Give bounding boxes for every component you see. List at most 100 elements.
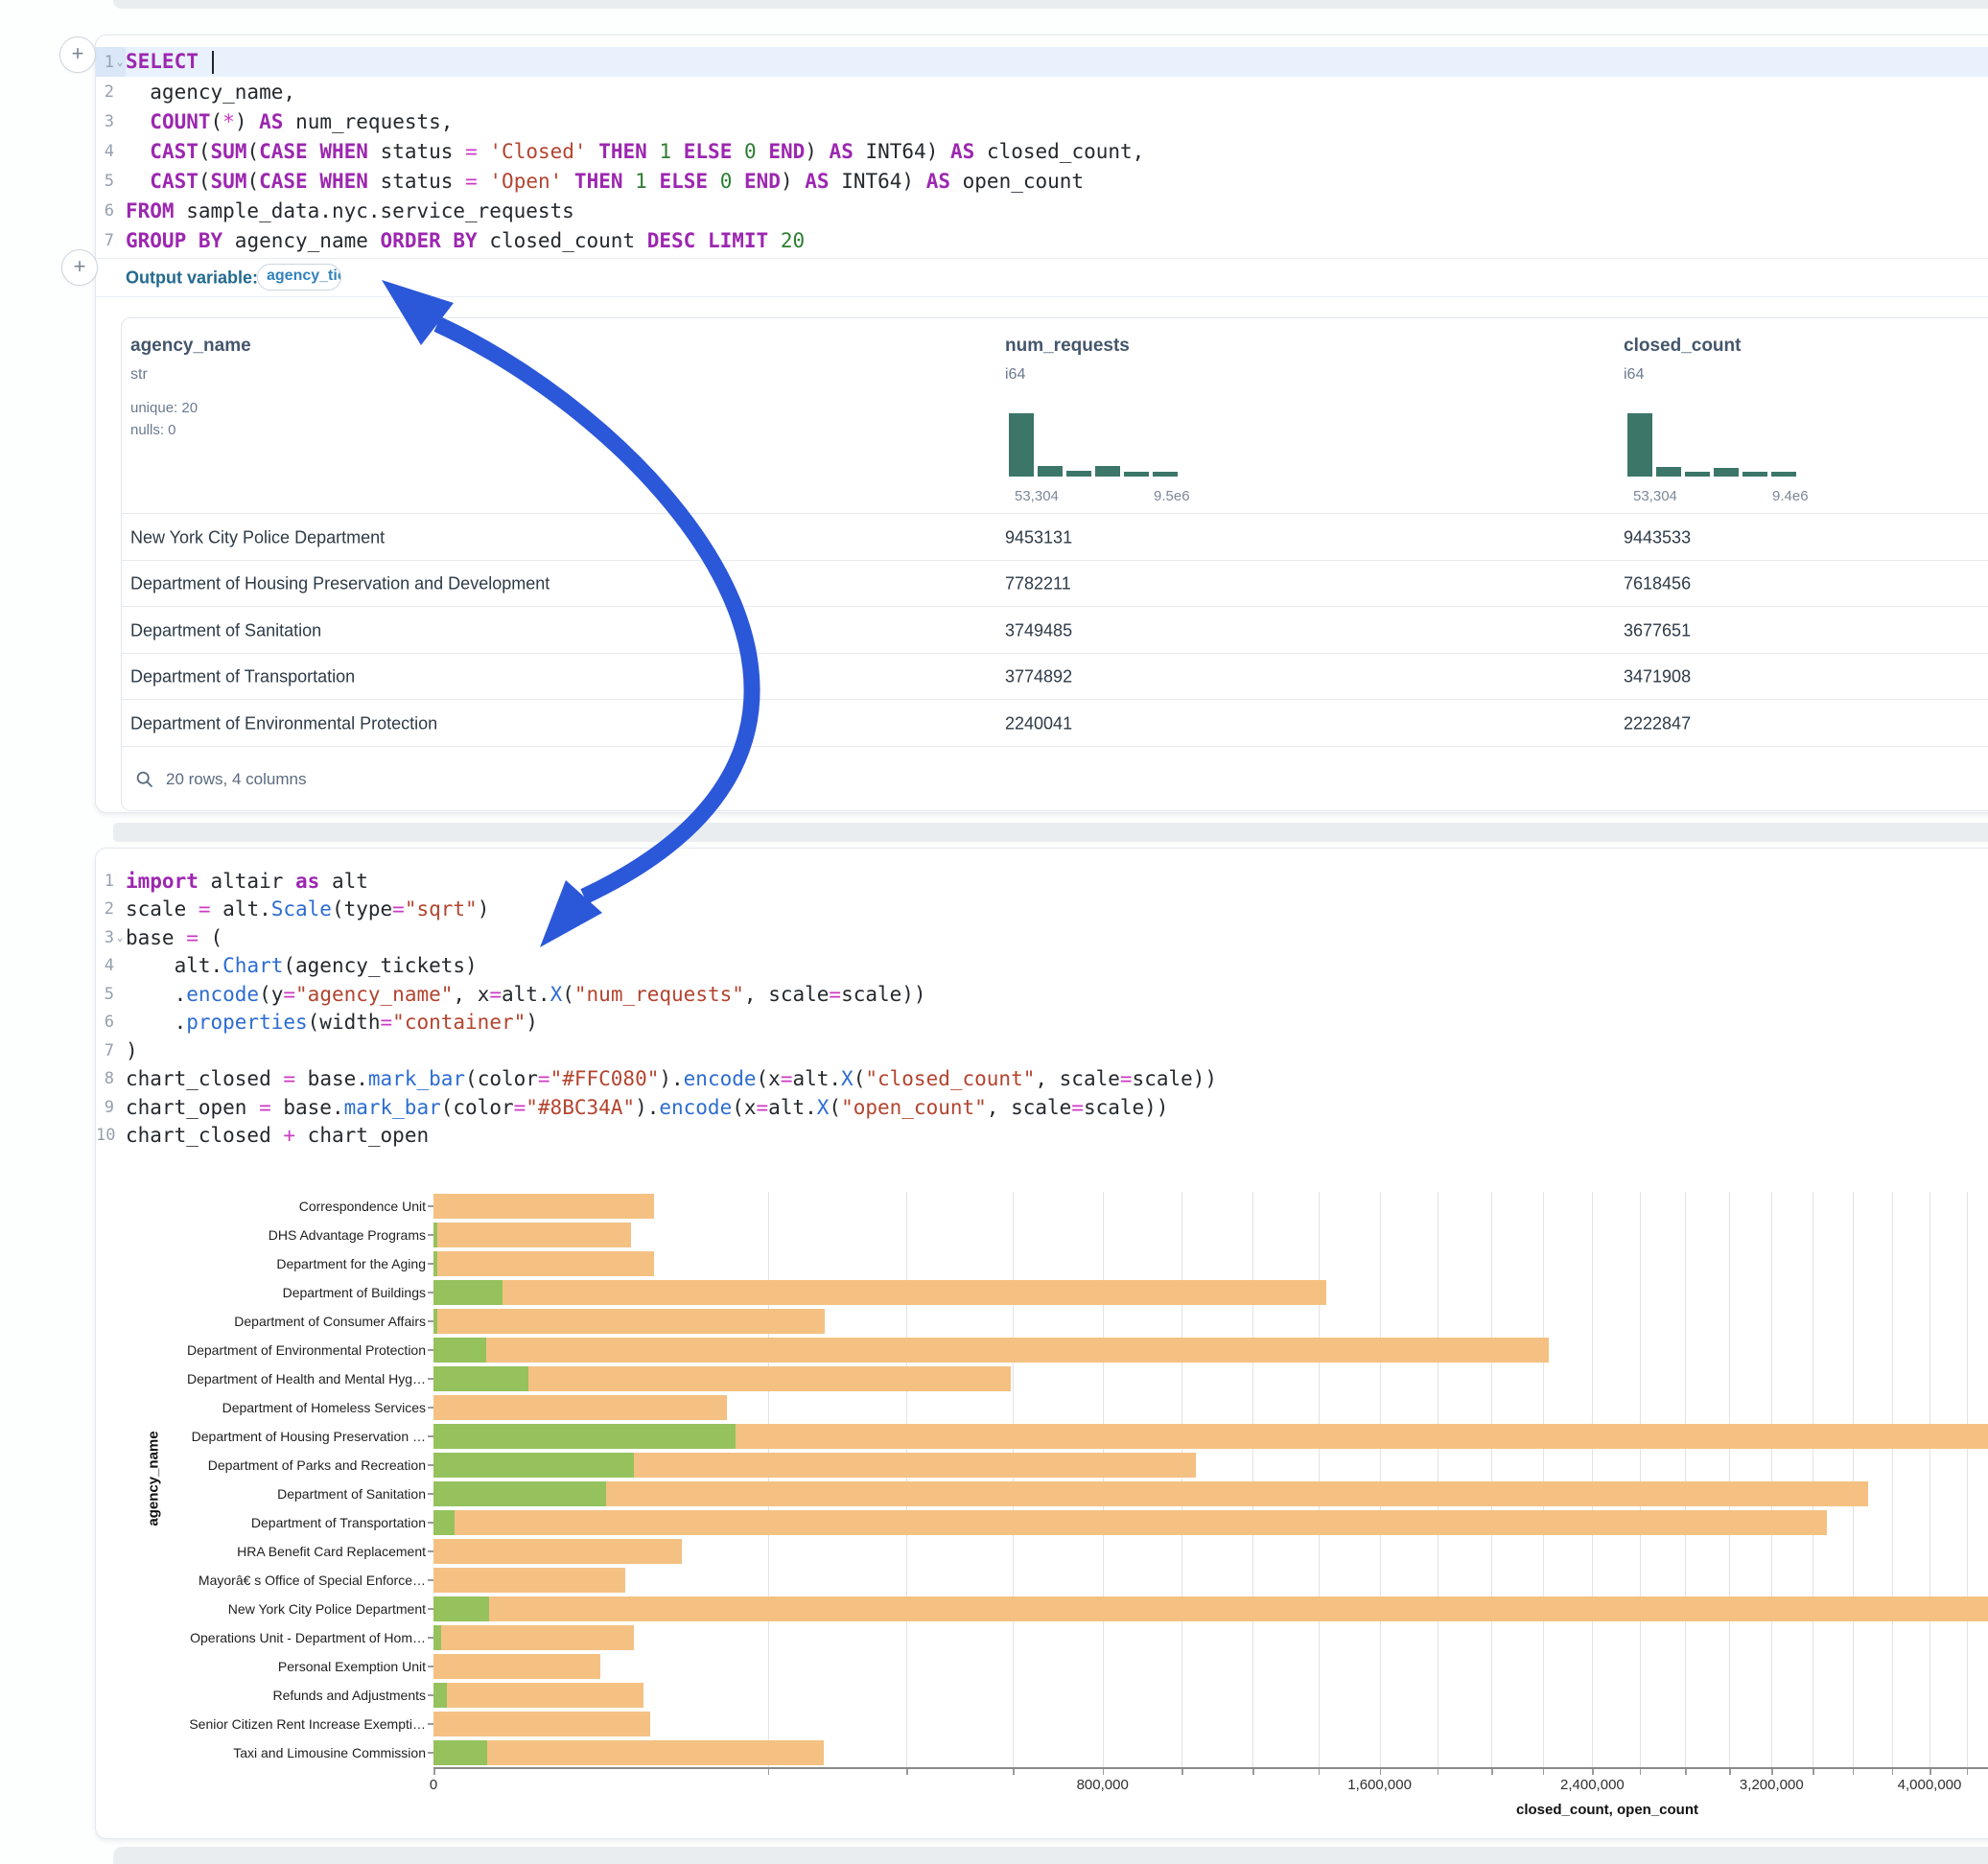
bar-open-count	[433, 1481, 606, 1506]
bar-open-count	[433, 1280, 503, 1305]
output-variable-label: Output variable:	[126, 268, 258, 288]
table-cell: Department of Sanitation	[130, 620, 321, 641]
code-text: COUNT(*) AS num_requests,	[126, 110, 453, 133]
histogram-bar	[1095, 466, 1120, 477]
search-icon[interactable]	[135, 770, 154, 789]
bar-closed-count	[433, 1654, 600, 1679]
code-line[interactable]: 2 agency_name,	[96, 77, 1988, 106]
bar-closed-count	[433, 1194, 654, 1219]
add-cell-button-output[interactable]: +	[61, 249, 98, 286]
chart-gridline	[1543, 1192, 1544, 1767]
chart-gridline	[1013, 1192, 1014, 1767]
line-number: 3	[96, 112, 114, 131]
x-axis-tick	[1967, 1769, 1969, 1775]
x-axis-tick	[1252, 1769, 1254, 1775]
chart-gridline	[1640, 1192, 1641, 1767]
x-axis-tick	[1729, 1769, 1731, 1775]
chart-gridline	[1771, 1192, 1772, 1767]
x-axis-tick	[1930, 1769, 1931, 1775]
x-axis-tick	[906, 1769, 908, 1775]
code-line[interactable]: 7GROUP BY agency_name ORDER BY closed_co…	[96, 225, 1988, 255]
result-table: agency_namestrunique: 20nulls: 0num_requ…	[121, 317, 1988, 811]
code-text: GROUP BY agency_name ORDER BY closed_cou…	[126, 229, 805, 252]
x-axis-tick	[1640, 1769, 1642, 1775]
y-axis-label: New York City Police Department	[176, 1601, 426, 1617]
chart-gridline	[906, 1192, 907, 1767]
table-cell: Department of Housing Preservation and D…	[130, 574, 550, 594]
histogram-bar	[1742, 472, 1767, 477]
output-variable-pill[interactable]: agency_tickets	[257, 264, 341, 291]
table-cell: 7782211	[1005, 574, 1071, 594]
code-line[interactable]: 6FROM sample_data.nyc.service_requests	[96, 196, 1988, 225]
chart-gridline	[1685, 1192, 1686, 1767]
code-line[interactable]: 3 COUNT(*) AS num_requests,	[96, 106, 1988, 136]
sql-code-editor[interactable]: 1⌄SELECT 2 agency_name,3 COUNT(*) AS num…	[96, 47, 1988, 255]
code-line[interactable]: 5 CAST(SUM(CASE WHEN status = 'Open' THE…	[96, 166, 1988, 196]
y-axis-label: Taxi and Limousine Commission	[176, 1745, 426, 1760]
y-axis-label: Department of Housing Preservation …	[176, 1429, 426, 1444]
code-line[interactable]: 4 CAST(SUM(CASE WHEN status = 'Closed' T…	[96, 136, 1988, 166]
x-axis-tick	[1438, 1769, 1439, 1775]
table-row[interactable]: Department of Sanitation37494853677651	[122, 606, 1988, 654]
column-header: num_requests	[1005, 336, 1130, 357]
x-axis-tick	[1813, 1769, 1814, 1775]
x-axis-title: closed_count, open_count	[1516, 1802, 1698, 1818]
sql-cell: 1⌄SELECT 2 agency_name,3 COUNT(*) AS num…	[95, 35, 1988, 813]
column-type: str	[130, 366, 148, 384]
x-axis-tick	[1380, 1769, 1382, 1775]
add-cell-button-top[interactable]: +	[59, 36, 96, 73]
column-header: closed_count	[1624, 336, 1741, 357]
y-axis-label: Department of Environmental Protection	[176, 1342, 426, 1358]
histogram-max-label: 9.5e6	[1154, 488, 1190, 504]
x-axis-tick-label: 3,200,000	[1740, 1777, 1804, 1793]
table-cell: 9453131	[1005, 527, 1072, 548]
notebook-page: + + 1⌄SELECT 2 agency_name,3 COUNT(*) AS…	[0, 0, 1988, 1864]
y-axis-label: Correspondence Unit	[176, 1199, 426, 1214]
table-row[interactable]: Department of Transportation377489234719…	[122, 653, 1988, 701]
line-gutter: 5	[96, 166, 126, 196]
output-variable-row: Output variable: agency_tickets	[96, 258, 1988, 297]
histogram-bar	[1038, 466, 1063, 477]
code-text: SELECT	[126, 50, 214, 74]
line-gutter: 7	[96, 225, 126, 255]
python-cell: 1import altair as alt2scale = alt.Scale(…	[95, 848, 1988, 1839]
table-cell: 7618456	[1624, 574, 1691, 594]
x-axis-tick	[1319, 1769, 1321, 1775]
bar-closed-count	[433, 1740, 824, 1765]
line-gutter: 1⌄	[96, 47, 126, 77]
bar-closed-count	[433, 1338, 1549, 1363]
altair-chart: agency_name closed_count, open_count Cor…	[96, 849, 1988, 1838]
chart-gridline	[768, 1192, 769, 1767]
table-row[interactable]: New York City Police Department945313194…	[122, 513, 1988, 561]
fold-chevron-icon[interactable]: ⌄	[114, 58, 126, 67]
table-cell: 2222847	[1624, 713, 1691, 734]
x-axis-tick	[433, 1769, 435, 1775]
text-cursor	[212, 51, 214, 74]
histogram-bar	[1124, 472, 1149, 477]
code-line[interactable]: 1⌄SELECT	[96, 47, 1988, 77]
column-header: agency_name	[130, 336, 251, 357]
bar-closed-count	[433, 1510, 1827, 1535]
chart-gridline	[1967, 1192, 1968, 1767]
histogram-max-label: 9.4e6	[1772, 488, 1809, 504]
x-axis-tick	[1892, 1769, 1894, 1775]
table-row[interactable]: Department of Housing Preservation and D…	[122, 560, 1988, 608]
bar-closed-count	[433, 1539, 682, 1564]
line-number: 4	[96, 142, 114, 161]
y-axis-label: Refunds and Adjustments	[176, 1688, 426, 1703]
histogram-min-label: 53,304	[1633, 488, 1677, 504]
x-axis-tick	[768, 1769, 770, 1775]
chart-gridline	[1892, 1192, 1893, 1767]
histogram-min-label: 53,304	[1015, 488, 1059, 504]
x-axis-tick	[1543, 1769, 1545, 1775]
y-axis-title: agency_name	[146, 1431, 162, 1526]
histogram-bar	[1627, 413, 1652, 477]
table-row[interactable]: Department of Environmental Protection22…	[122, 699, 1988, 747]
table-cell: 3749485	[1005, 620, 1072, 641]
line-gutter: 4	[96, 136, 126, 166]
line-number: 1	[96, 53, 114, 72]
line-gutter: 3	[96, 106, 126, 136]
chart-gridline	[1252, 1192, 1253, 1767]
histogram-bar	[1009, 413, 1034, 477]
code-text: agency_name,	[126, 81, 295, 104]
